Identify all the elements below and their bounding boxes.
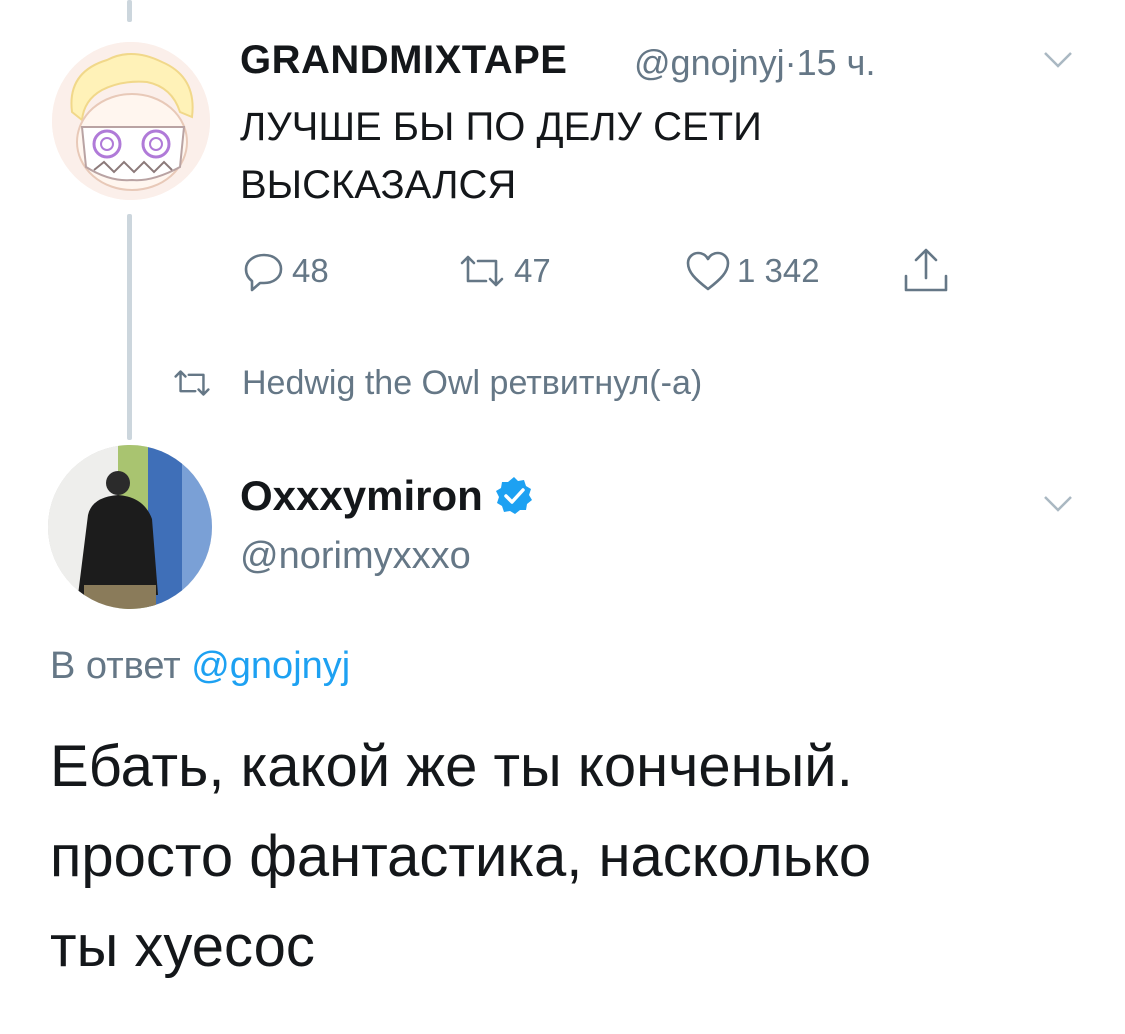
- retweet-icon: [460, 255, 504, 287]
- tweet-text-line: ты хуесос: [50, 914, 315, 979]
- reply-context: В ответ @gnojnyj: [50, 645, 350, 688]
- heart-icon: [686, 251, 730, 291]
- author-handle[interactable]: @gnojnyj: [634, 42, 785, 83]
- tweet-meta: @gnojnyj·15 ч.: [634, 42, 875, 84]
- reply-icon: [244, 253, 283, 292]
- tweet-text-line: ЛУЧШЕ БЫ ПО ДЕЛУ СЕТИ: [240, 105, 762, 149]
- like-count: 1 342: [737, 252, 820, 289]
- tweet-text: ЛУЧШЕ БЫ ПО ДЕЛУ СЕТИ ВЫСКАЗАЛСЯ: [240, 98, 940, 214]
- retweet-notice-text: Hedwig the Owl ретвитнул(-а): [242, 363, 703, 402]
- retweet-count: 47: [514, 252, 551, 289]
- share-icon: [904, 248, 948, 292]
- tweet-text-line: Ебать, какой же ты конченый.: [50, 734, 853, 799]
- chevron-down-icon[interactable]: [1043, 494, 1073, 514]
- author-handle[interactable]: @norimyxxxo: [240, 535, 471, 578]
- photo-avatar-icon[interactable]: [48, 445, 212, 609]
- retweet-button[interactable]: 47: [456, 246, 551, 296]
- verified-badge-icon: [495, 477, 532, 514]
- thread-line: [127, 214, 132, 440]
- reply-mention-link[interactable]: @gnojnyj: [191, 645, 350, 687]
- tweet-text-line: просто фантастика, насколько: [50, 824, 872, 889]
- reply-count: 48: [292, 252, 329, 289]
- author-name[interactable]: Oxxxymiron: [240, 472, 483, 520]
- retweet-notice[interactable]: Hedwig the Owl ретвитнул(-а): [170, 358, 702, 408]
- tweet-text: Ебать, какой же ты конченый. просто фант…: [50, 722, 1090, 992]
- author-name[interactable]: GRANDMIXTAPE: [240, 38, 567, 83]
- retweet-icon: [174, 370, 210, 396]
- tweet-text-line: ВЫСКАЗАЛСЯ: [240, 163, 517, 207]
- cartoon-avatar-icon[interactable]: [52, 42, 210, 200]
- tweet-time[interactable]: 15 ч.: [797, 42, 876, 83]
- share-button[interactable]: [900, 246, 958, 296]
- reply-prefix: В ответ: [50, 645, 181, 687]
- reply-button[interactable]: 48: [242, 246, 329, 296]
- thread-line-top: [127, 0, 132, 22]
- chevron-down-icon[interactable]: [1043, 50, 1073, 70]
- like-button[interactable]: 1 342: [685, 246, 820, 296]
- meta-separator: ·: [784, 42, 797, 83]
- author-name-row: Oxxxymiron: [240, 472, 535, 520]
